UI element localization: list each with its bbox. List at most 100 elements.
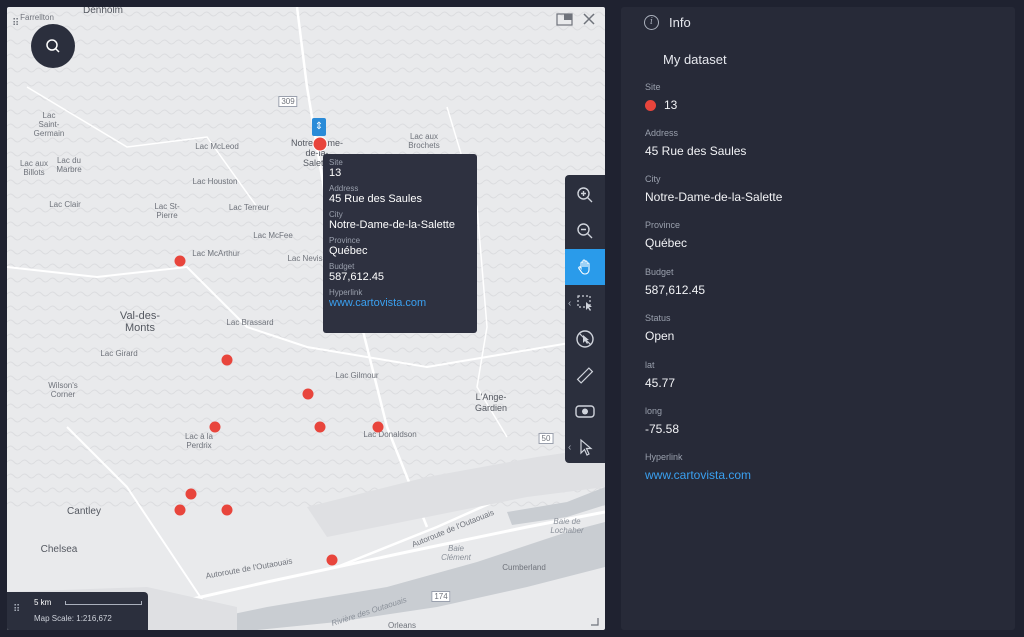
field-address: Address 45 Rue des Saules	[645, 128, 746, 158]
zoom-out-button[interactable]	[565, 213, 605, 249]
field-value: Notre-Dame-de-la-Salette	[645, 190, 783, 204]
identify-button[interactable]	[565, 321, 605, 357]
field-value: -75.58	[645, 422, 680, 436]
place-label: Cumberland	[502, 563, 546, 572]
selected-site-point[interactable]	[313, 137, 327, 151]
road-shield: 309	[278, 96, 298, 107]
field-label: Status	[645, 313, 671, 323]
chevron-left-icon[interactable]: ‹	[568, 442, 571, 453]
resize-handle-icon[interactable]	[591, 613, 599, 630]
site-point[interactable]	[302, 388, 314, 400]
tooltip-value: Québec	[329, 245, 368, 257]
place-label: Val-des- Monts	[119, 310, 161, 334]
place-label: Lac Houston	[192, 177, 238, 186]
place-label: Denholm	[82, 7, 124, 16]
site-point[interactable]	[209, 421, 221, 433]
select-pointer-button[interactable]: ‹	[565, 429, 605, 465]
tooltip-value: 13	[329, 167, 342, 179]
tooltip-value: 587,612.45	[329, 271, 385, 283]
search-icon	[46, 39, 60, 53]
map-scale: ⠿ 5 km Map Scale: 1:216,672	[7, 592, 148, 630]
place-label: L'Ange- Gardien	[474, 392, 508, 413]
place-label: Baie Clément	[441, 544, 471, 562]
field-province: Province Québec	[645, 220, 687, 250]
site-point[interactable]	[221, 354, 233, 366]
site-point[interactable]	[174, 504, 186, 516]
field-status: Status Open	[645, 313, 674, 343]
search-button[interactable]	[31, 24, 75, 68]
field-value: 587,612.45	[645, 283, 706, 297]
tooltip-value: 45 Rue des Saules	[329, 193, 422, 205]
field-label: Province	[645, 220, 681, 230]
site-point[interactable]	[221, 504, 233, 516]
scale-ratio: Map Scale: 1:216,672	[34, 614, 112, 623]
place-label: Wilson's Corner	[48, 381, 78, 399]
zoom-in-button[interactable]	[565, 177, 605, 213]
place-label: Lac Saint- Germain	[33, 111, 65, 138]
location-marker-icon[interactable]: ⇕	[312, 118, 326, 136]
place-label: Chelsea	[40, 544, 78, 555]
info-panel: i Info My dataset Site 13 Address 45 Rue…	[621, 7, 1015, 630]
box-select-icon	[577, 295, 592, 311]
drag-handle-icon[interactable]: ⠿	[12, 18, 19, 29]
screenshot-button[interactable]	[565, 393, 605, 429]
zoom-in-icon	[577, 187, 593, 203]
measure-ruler-icon	[576, 367, 594, 384]
place-label: Lac McLeod	[195, 142, 239, 151]
close-icon[interactable]	[583, 12, 595, 29]
tooltip-hyperlink[interactable]: www.cartovista.com	[329, 297, 471, 310]
place-label: Lac Girard	[100, 349, 138, 358]
field-lat: lat 45.77	[645, 360, 675, 390]
site-point[interactable]	[314, 421, 326, 433]
place-label: Cantley	[67, 506, 101, 517]
site-point[interactable]	[185, 488, 197, 500]
tooltip-label: Province	[329, 236, 361, 245]
place-label: Lac Brassard	[226, 318, 274, 327]
info-title: Info	[669, 15, 691, 30]
scale-distance: 5 km	[34, 598, 52, 607]
map-view[interactable]: Farrellton Denholm Lac Saint- Germain La…	[7, 7, 605, 630]
site-point[interactable]	[326, 554, 338, 566]
pan-button[interactable]	[565, 249, 605, 285]
zoom-out-icon	[577, 223, 593, 239]
place-label: Lac à la Perdrix	[184, 432, 214, 450]
field-hyperlink: Hyperlink www.cartovista.com	[645, 452, 751, 482]
site-point[interactable]	[174, 255, 186, 267]
tooltip-label: Budget	[329, 262, 355, 271]
chevron-left-icon[interactable]: ‹	[568, 298, 571, 309]
field-city: City Notre-Dame-de-la-Salette	[645, 174, 782, 204]
scale-bar	[65, 601, 142, 605]
field-label: Budget	[645, 267, 674, 277]
place-label: Lac Terreur	[228, 203, 270, 212]
fullscreen-icon[interactable]	[556, 13, 573, 30]
field-value: Open	[645, 329, 675, 343]
place-label: Lac McFee	[253, 231, 293, 240]
field-label: Site	[645, 82, 661, 92]
dataset-name: My dataset	[663, 52, 727, 67]
identify-icon	[576, 330, 594, 348]
field-value: 13	[645, 98, 677, 112]
place-label: Farrellton	[20, 13, 54, 22]
place-label: Lac aux Brochets	[408, 132, 440, 150]
map-toolbar: ‹ ‹	[565, 175, 605, 463]
site-point[interactable]	[372, 421, 384, 433]
drag-handle-icon[interactable]: ⠿	[13, 604, 20, 615]
field-label: long	[645, 406, 663, 416]
field-site: Site 13	[645, 82, 677, 112]
place-label: Lac Nevis	[287, 254, 323, 263]
field-value-text: 13	[664, 98, 678, 112]
measure-button[interactable]	[565, 357, 605, 393]
field-value: 45 Rue des Saules	[645, 144, 747, 158]
box-select-button[interactable]: ‹	[565, 285, 605, 321]
map-basemap	[7, 7, 605, 630]
place-label: Baie de Lochaber	[550, 517, 584, 535]
field-long: long -75.58	[645, 406, 679, 436]
place-label: Lac McArthur	[192, 249, 240, 258]
camera-icon	[575, 405, 595, 418]
hyperlink[interactable]: www.cartovista.com	[645, 468, 751, 482]
field-value: Québec	[645, 236, 688, 250]
field-label: Hyperlink	[645, 452, 683, 462]
field-label: City	[645, 174, 661, 184]
site-color-swatch	[645, 99, 656, 111]
place-label: Lac Clair	[49, 200, 81, 209]
